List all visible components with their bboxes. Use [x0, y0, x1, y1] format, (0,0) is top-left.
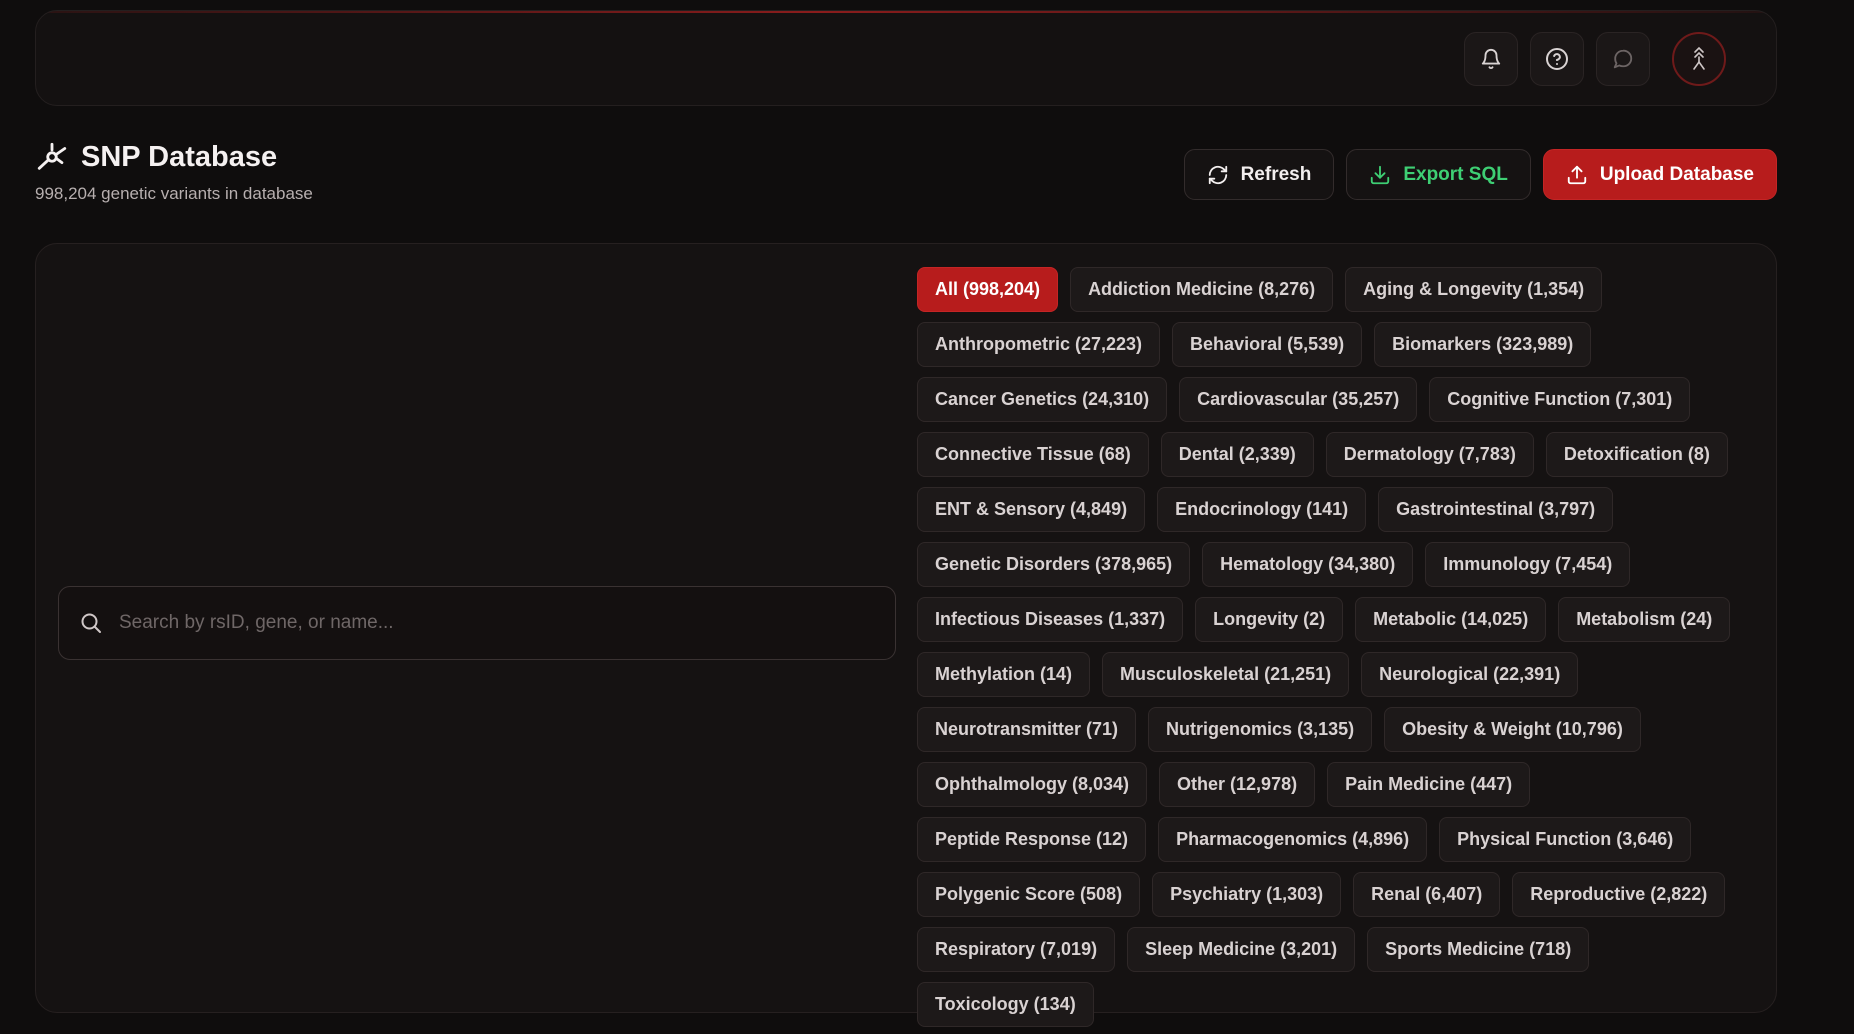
category-chip[interactable]: Physical Function (3,646): [1439, 817, 1692, 862]
export-label: Export SQL: [1403, 163, 1508, 185]
category-chip[interactable]: Connective Tissue (68): [917, 432, 1149, 477]
category-chip[interactable]: Sports Medicine (718): [1367, 927, 1590, 972]
category-chip[interactable]: Ophthalmology (8,034): [917, 762, 1148, 807]
category-chip[interactable]: Musculoskeletal (21,251): [1102, 652, 1350, 697]
search-input[interactable]: [119, 612, 875, 634]
variant-count: 998,204 genetic variants in database: [35, 184, 313, 203]
category-chip[interactable]: Immunology (7,454): [1425, 542, 1631, 587]
user-avatar[interactable]: [1672, 32, 1726, 86]
search-box[interactable]: [58, 586, 896, 660]
category-chip[interactable]: Obesity & Weight (10,796): [1384, 707, 1641, 752]
category-chip[interactable]: Addiction Medicine (8,276): [1070, 267, 1334, 312]
category-chip[interactable]: Cardiovascular (35,257): [1179, 377, 1418, 422]
title-row: SNP Database: [35, 140, 313, 174]
dna-node-icon: [37, 142, 67, 170]
category-chip[interactable]: Gastrointestinal (3,797): [1378, 487, 1614, 532]
category-chip[interactable]: Cancer Genetics (24,310): [917, 377, 1168, 422]
help-button[interactable]: [1530, 32, 1584, 86]
category-chip[interactable]: Aging & Longevity (1,354): [1345, 267, 1603, 312]
category-chip[interactable]: Endocrinology (141): [1157, 487, 1367, 532]
category-chip[interactable]: Neurotransmitter (71): [917, 707, 1137, 752]
category-chip[interactable]: Dermatology (7,783): [1325, 432, 1534, 477]
category-chip[interactable]: Dental (2,339): [1160, 432, 1314, 477]
category-chip[interactable]: Genetic Disorders (378,965): [917, 542, 1191, 587]
category-chip[interactable]: Peptide Response (12): [917, 817, 1147, 862]
category-chip[interactable]: Psychiatry (1,303): [1152, 872, 1342, 917]
category-chip[interactable]: Polygenic Score (508): [917, 872, 1141, 917]
refresh-icon: [1208, 165, 1227, 184]
chat-bubble-icon: [1613, 49, 1633, 69]
category-chip[interactable]: Neurological (22,391): [1361, 652, 1579, 697]
category-chip[interactable]: Longevity (2): [1195, 597, 1344, 642]
category-filter-chips: All (998,204) Addiction Medicine (8,276) A…: [917, 267, 1755, 1027]
category-chip[interactable]: Metabolic (14,025): [1355, 597, 1547, 642]
help-circle-icon: [1546, 48, 1568, 70]
category-chip[interactable]: ENT & Sensory (4,849): [917, 487, 1146, 532]
notifications-button[interactable]: [1464, 32, 1518, 86]
filter-panel: All (998,204)Addiction Medicine (8,276)A…: [35, 243, 1777, 1027]
category-chip[interactable]: Infectious Diseases (1,337): [917, 597, 1184, 642]
category-chip[interactable]: Respiratory (7,019): [917, 927, 1116, 972]
category-chip[interactable]: Renal (6,407): [1353, 872, 1501, 917]
category-chip[interactable]: Metabolism (24): [1558, 597, 1731, 642]
category-chip[interactable]: Hematology (34,380): [1202, 542, 1414, 587]
category-chip[interactable]: Nutrigenomics (3,135): [1148, 707, 1373, 752]
refresh-label: Refresh: [1240, 163, 1312, 185]
avatar-icon: [1693, 46, 1705, 70]
page-title: SNP Database: [81, 140, 278, 173]
category-chip[interactable]: Pharmacogenomics (4,896): [1158, 817, 1428, 862]
category-chip[interactable]: Anthropometric (27,223): [917, 322, 1161, 367]
upload-label: Upload Database: [1599, 163, 1754, 185]
messages-button[interactable]: [1596, 32, 1650, 86]
export-sql-button[interactable]: Export SQL: [1346, 149, 1531, 200]
header-actions: Refresh Export SQL Upload Database: [1183, 149, 1777, 200]
category-chip[interactable]: Other (12,978): [1159, 762, 1316, 807]
refresh-button[interactable]: Refresh: [1183, 149, 1335, 200]
category-chip[interactable]: Pain Medicine (447): [1327, 762, 1531, 807]
category-chip[interactable]: Detoxification (8): [1545, 432, 1728, 477]
category-chip[interactable]: Cognitive Function (7,301): [1429, 377, 1691, 422]
upload-icon: [1567, 165, 1587, 184]
category-chip[interactable]: Reproductive (2,822): [1512, 872, 1726, 917]
category-chip[interactable]: Toxicology (134): [917, 982, 1094, 1027]
upload-database-button[interactable]: Upload Database: [1542, 149, 1777, 200]
search-icon: [81, 613, 101, 633]
category-chip[interactable]: Biomarkers (323,989): [1374, 322, 1592, 367]
top-actions: [1464, 32, 1726, 86]
category-chip[interactable]: Behavioral (5,539): [1172, 322, 1363, 367]
category-chip[interactable]: All (998,204): [917, 267, 1059, 312]
top-bar: [35, 10, 1777, 106]
category-chip[interactable]: Methylation (14): [917, 652, 1091, 697]
category-chip[interactable]: Sleep Medicine (3,201): [1127, 927, 1356, 972]
download-icon: [1371, 165, 1390, 184]
bell-icon: [1481, 49, 1501, 70]
page-header: SNP Database 998,204 genetic variants in…: [35, 140, 313, 204]
